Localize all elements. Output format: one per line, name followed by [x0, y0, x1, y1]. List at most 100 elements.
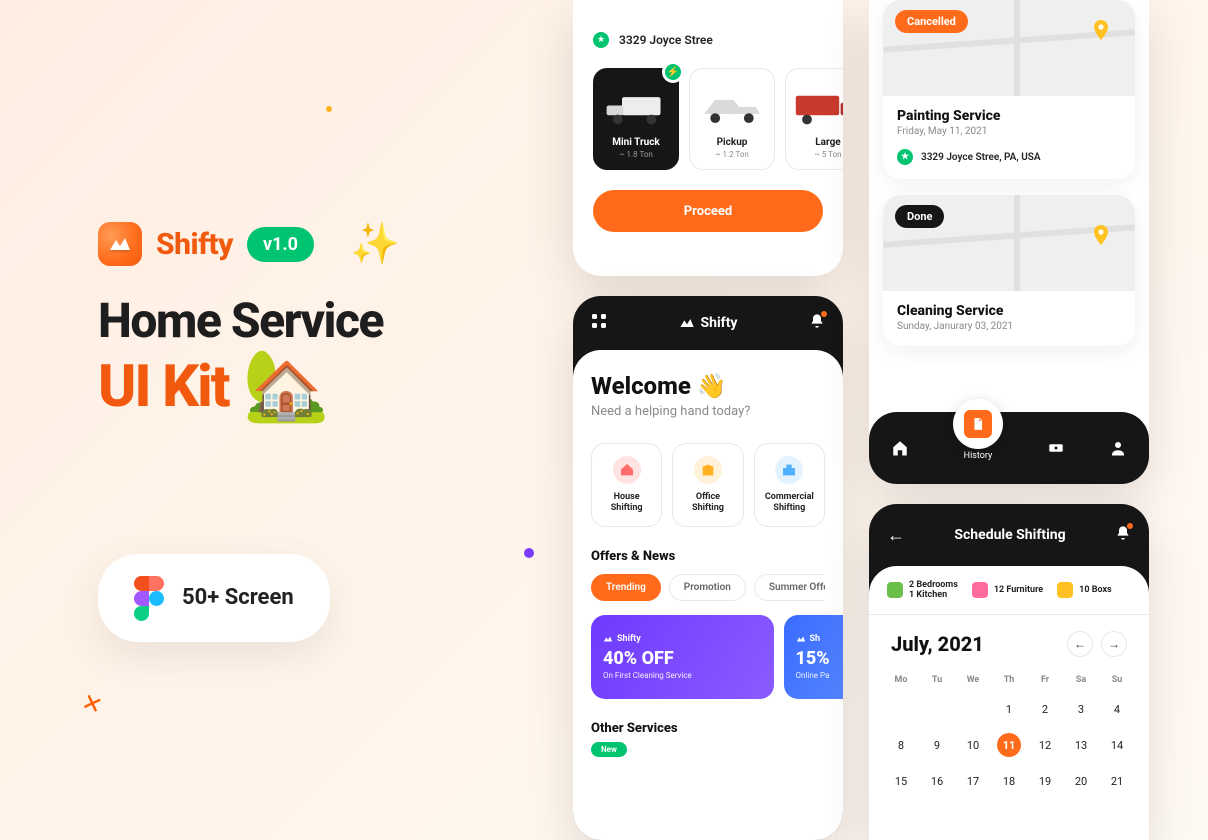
x-deco: ✕	[78, 687, 106, 720]
calendar-month: July, 2021	[891, 632, 984, 656]
filter-tag[interactable]: Promotion	[669, 574, 746, 601]
calendar-cell[interactable]: 8	[883, 727, 919, 763]
notifications-icon[interactable]	[809, 313, 825, 333]
history-card[interactable]: Done Cleaning Service Sunday, Janurary 03,…	[883, 195, 1135, 346]
calendar-dow: Su	[1099, 669, 1135, 691]
back-icon[interactable]: ←	[887, 525, 905, 546]
service-card[interactable]: CommercialShifting	[754, 443, 825, 527]
calendar-prev-icon[interactable]: ←	[1067, 631, 1093, 657]
bottom-nav: History	[869, 412, 1149, 484]
figma-logo-icon	[134, 576, 164, 620]
calendar-cell[interactable]: 17	[955, 763, 991, 799]
pill-text: 50+ Screen	[182, 585, 294, 610]
calendar-dow: Th	[991, 669, 1027, 691]
house-emoji-icon: 🏡	[243, 350, 328, 424]
proceed-button[interactable]: Proceed	[593, 190, 823, 232]
calendar-cell[interactable]: 2	[1027, 691, 1063, 727]
calendar-cell[interactable]: 15	[883, 763, 919, 799]
status-chip: Done	[895, 205, 944, 228]
vehicle-option[interactable]: Large ~ 5 Ton	[785, 68, 843, 170]
nav-home-icon[interactable]	[891, 439, 909, 457]
schedule-title: Schedule Shifting	[954, 527, 1065, 543]
calendar-cell[interactable]: 21	[1099, 763, 1135, 799]
calendar-dow: Sa	[1063, 669, 1099, 691]
menu-grid-icon[interactable]	[591, 313, 607, 333]
phone-welcome: Shifty Welcome 👋 Need a helping hand tod…	[573, 296, 843, 840]
calendar-cell[interactable]: 11	[991, 727, 1027, 763]
offer-card[interactable]: Sh15%Online Pa	[784, 615, 843, 699]
summary-item: 2 Bedrooms1 Kitchen	[887, 580, 958, 600]
summary-text: 12 Furniture	[994, 585, 1043, 595]
calendar-dow: Mo	[883, 669, 919, 691]
calendar-cell[interactable]: 19	[1027, 763, 1063, 799]
service-title: Cleaning Service	[897, 303, 1121, 319]
calendar-cell[interactable]: 10	[955, 727, 991, 763]
calendar-next-icon[interactable]: →	[1101, 631, 1127, 657]
vehicle-option[interactable]: ⚡Mini Truck~ 1.8 Ton	[593, 68, 679, 170]
phone-history: Cancelled Painting Service Friday, May 11,…	[869, 0, 1149, 484]
service-date: Sunday, Janurary 03, 2021	[897, 321, 1121, 332]
map-pin-icon	[1089, 18, 1113, 42]
document-icon	[964, 410, 992, 438]
offer-headline: 15%	[796, 648, 843, 669]
service-icon	[613, 456, 641, 484]
offer-headline: 40% OFF	[603, 648, 762, 669]
calendar-cell[interactable]: 16	[919, 763, 955, 799]
eco-badge-icon: ⚡	[662, 61, 684, 83]
service-label: HouseShifting	[611, 492, 643, 514]
calendar-cell[interactable]: 3	[1063, 691, 1099, 727]
nav-profile-icon[interactable]	[1109, 439, 1127, 457]
version-badge: v1.0	[247, 227, 314, 262]
map-thumbnail: Cancelled	[883, 0, 1135, 96]
calendar-cell[interactable]: 1	[991, 691, 1027, 727]
filter-tag[interactable]: Trending	[591, 574, 661, 601]
calendar-cell	[919, 691, 955, 727]
calendar-cell[interactable]: 20	[1063, 763, 1099, 799]
address-pin-icon: ★	[897, 149, 913, 165]
headline-line2: UI Kit	[98, 357, 229, 418]
calendar-cell	[883, 691, 919, 727]
offer-brand: Shifty	[603, 634, 762, 644]
calendar-cell[interactable]: 13	[1063, 727, 1099, 763]
history-card[interactable]: Cancelled Painting Service Friday, May 11,…	[883, 0, 1135, 179]
summary-icon	[887, 582, 903, 598]
notifications-icon[interactable]	[1115, 525, 1131, 545]
sparkles-icon: ✨	[350, 224, 400, 264]
calendar-dow: Fr	[1027, 669, 1063, 691]
vehicle-name: Large	[815, 137, 840, 148]
calendar-cell[interactable]: 18	[991, 763, 1027, 799]
vehicle-option[interactable]: Pickup ~ 1.2 Ton	[689, 68, 775, 170]
dot-deco	[326, 106, 332, 112]
service-card[interactable]: HouseShifting	[591, 443, 662, 527]
address-text: 3329 Joyce Stree	[619, 33, 713, 47]
summary-text: 10 Boxs	[1079, 585, 1112, 595]
summary-item: 12 Furniture	[972, 580, 1043, 600]
service-date: Friday, May 11, 2021	[897, 126, 1121, 137]
offer-sub: On First Cleaning Service	[603, 671, 762, 680]
vehicle-spec: ~ 5 Ton	[814, 150, 841, 159]
marketing-panel: Shifty v1.0 ✨ Home Service UI Kit 🏡 50+ …	[98, 222, 528, 642]
vehicle-spec: ~ 1.2 Ton	[715, 150, 749, 159]
summary-icon	[1057, 582, 1073, 598]
nav-history-button[interactable]	[953, 399, 1003, 449]
calendar-cell	[955, 691, 991, 727]
nav-ticket-icon[interactable]	[1047, 439, 1065, 457]
offer-sub: Online Pa	[796, 671, 843, 680]
app-logo: Shifty	[679, 315, 738, 331]
welcome-subtitle: Need a helping hand today?	[591, 404, 825, 419]
pickup-address: ★ 3329 Joyce Stree	[593, 32, 823, 48]
vehicle-spec: ~ 1.8 Ton	[619, 150, 653, 159]
vehicle-name: Pickup	[717, 137, 748, 148]
offer-card[interactable]: Shifty 40% OFF On First Cleaning Service	[591, 615, 774, 699]
service-title: Painting Service	[897, 108, 1121, 124]
service-icon	[694, 456, 722, 484]
calendar-cell[interactable]: 12	[1027, 727, 1063, 763]
service-label: OfficeShifting	[692, 492, 724, 514]
calendar-cell[interactable]: 14	[1099, 727, 1135, 763]
service-card[interactable]: OfficeShifting	[672, 443, 743, 527]
calendar-cell[interactable]: 9	[919, 727, 955, 763]
offers-heading: Offers & News	[591, 549, 825, 564]
filter-tag[interactable]: Summer Offer	[754, 574, 825, 601]
calendar-cell[interactable]: 4	[1099, 691, 1135, 727]
service-address: ★3329 Joyce Stree, PA, USA	[897, 149, 1121, 165]
